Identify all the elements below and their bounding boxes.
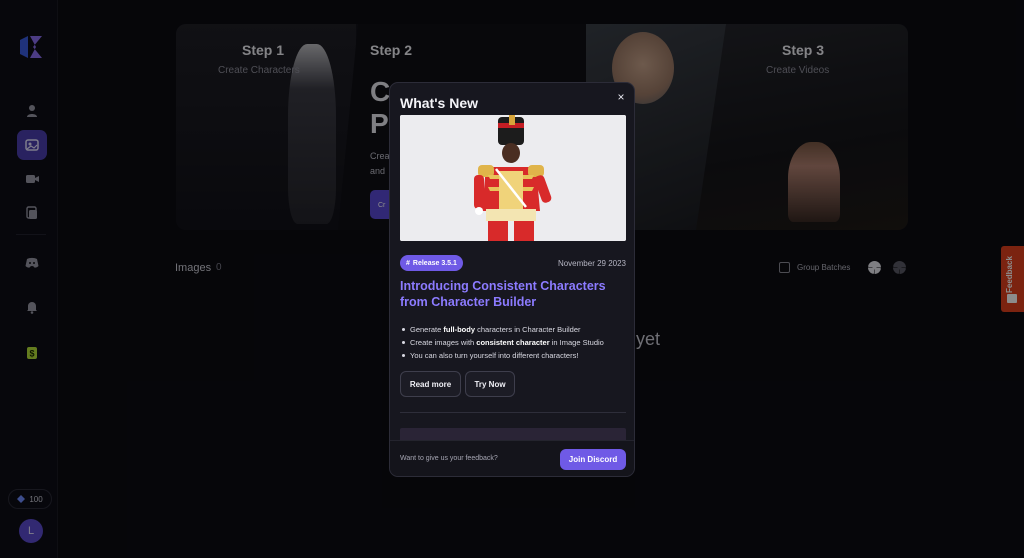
join-discord-button[interactable]: Join Discord — [560, 449, 626, 470]
tag-icon: # — [406, 259, 410, 267]
list-item: Generate full-body characters in Charact… — [400, 323, 630, 336]
release-date: November 29 2023 — [557, 259, 626, 268]
app-root: $ 100 L Step 1 Create Characters Step 2 … — [0, 0, 1024, 558]
list-item: You can also turn yourself into differen… — [400, 349, 630, 362]
modal-footer: Want to give us your feedback? Join Disc… — [390, 440, 634, 476]
release-headline: Introducing Consistent Characters from C… — [400, 279, 606, 309]
release-image — [400, 115, 626, 241]
whats-new-modal: What's New × # Release 3.5.1 November 29… — [389, 82, 635, 477]
try-now-button[interactable]: Try Now — [465, 371, 515, 397]
release-notes-list: Generate full-body characters in Charact… — [400, 323, 630, 362]
release-badge: # Release 3.5.1 — [400, 255, 463, 271]
release-version: Release 3.5.1 — [412, 259, 457, 267]
modal-divider — [400, 412, 626, 413]
close-icon[interactable]: × — [614, 90, 628, 104]
list-item: Create images with consistent character … — [400, 336, 630, 349]
modal-title: What's New — [400, 95, 479, 111]
read-more-button[interactable]: Read more — [400, 371, 461, 397]
soldier-character-illustration — [400, 115, 626, 241]
feedback-prompt: Want to give us your feedback? — [400, 455, 498, 462]
